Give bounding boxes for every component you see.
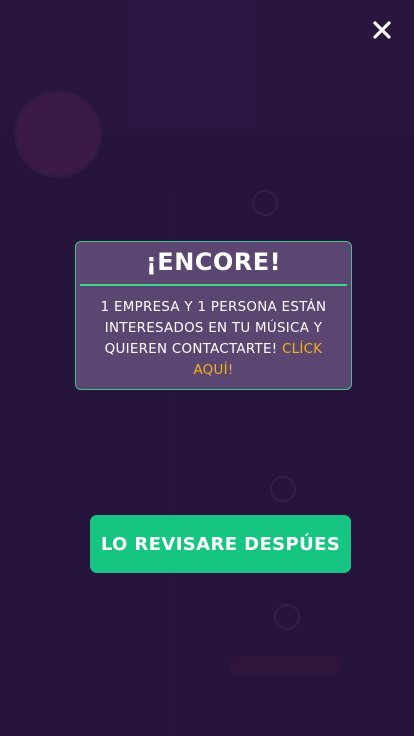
review-later-button[interactable]: LO REVISARE DESPÚES: [90, 515, 351, 573]
dialog-title: ¡ENCORE!: [145, 248, 282, 276]
close-button[interactable]: [366, 14, 398, 46]
dialog-message-block: 1 EMPRESA Y 1 PERSONA ESTÁN INTERESADOS …: [84, 297, 343, 381]
dialog-divider: [80, 284, 347, 286]
encore-dialog: ¡ENCORE! 1 EMPRESA Y 1 PERSONA ESTÁN INT…: [75, 241, 352, 390]
close-icon: [373, 21, 391, 39]
